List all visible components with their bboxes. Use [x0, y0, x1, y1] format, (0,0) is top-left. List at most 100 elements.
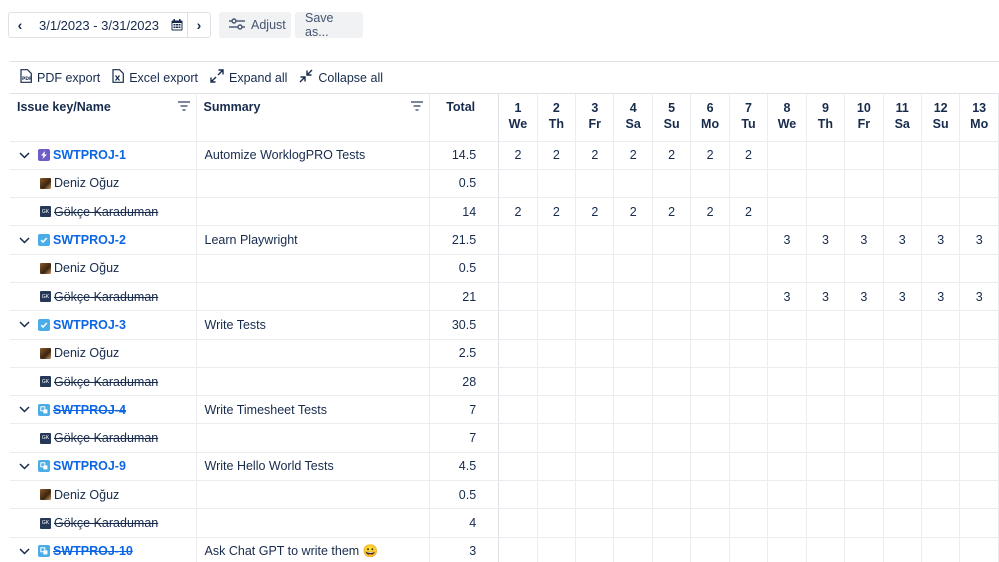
- worker-name[interactable]: Deniz Oğuz: [54, 346, 119, 360]
- day-cell[interactable]: 3: [767, 225, 807, 255]
- save-as-button[interactable]: Save as...: [295, 11, 363, 39]
- day-cell[interactable]: [883, 367, 922, 397]
- day-cell[interactable]: [537, 282, 577, 312]
- day-cell[interactable]: [537, 339, 577, 368]
- day-cell[interactable]: [844, 367, 884, 397]
- day-cell[interactable]: [690, 423, 730, 453]
- day-cell[interactable]: [844, 339, 884, 368]
- day-cell[interactable]: [652, 537, 692, 562]
- day-cell[interactable]: [844, 310, 884, 340]
- issue-summary[interactable]: Ask Chat GPT to write them 😀: [205, 544, 379, 558]
- day-cell[interactable]: 2: [613, 197, 653, 227]
- calendar-icon[interactable]: [166, 13, 188, 37]
- day-cell[interactable]: [767, 452, 807, 482]
- day-cell[interactable]: [613, 339, 653, 368]
- worker-name[interactable]: Gökçe Karaduman: [54, 431, 158, 445]
- day-cell[interactable]: [652, 480, 692, 510]
- day-cell[interactable]: [883, 197, 922, 227]
- day-cell[interactable]: [690, 169, 730, 199]
- day-cell[interactable]: [652, 508, 692, 538]
- worker-name[interactable]: Deniz Oğuz: [54, 261, 119, 275]
- issue-key-link[interactable]: SWTPROJ-4: [53, 403, 126, 417]
- day-cell[interactable]: [959, 254, 999, 283]
- filter-icon[interactable]: [411, 100, 424, 114]
- day-cell[interactable]: [690, 225, 730, 255]
- day-cell[interactable]: 2: [498, 141, 538, 170]
- issue-summary[interactable]: Write Tests: [205, 318, 266, 332]
- day-cell[interactable]: [806, 339, 846, 368]
- day-cell[interactable]: [613, 537, 653, 562]
- day-cell[interactable]: [537, 452, 577, 482]
- day-cell[interactable]: [575, 480, 615, 510]
- day-cell[interactable]: [767, 367, 807, 397]
- adjust-button[interactable]: Adjust: [219, 12, 291, 38]
- day-cell[interactable]: 2: [690, 141, 730, 170]
- day-cell[interactable]: [652, 339, 692, 368]
- day-cell[interactable]: [959, 367, 999, 397]
- day-cell[interactable]: [729, 339, 769, 368]
- day-cell[interactable]: [767, 254, 807, 283]
- prev-period-button[interactable]: ‹: [9, 13, 31, 37]
- day-cell[interactable]: 2: [729, 197, 769, 227]
- day-cell[interactable]: [690, 537, 730, 562]
- issue-key-link[interactable]: SWTPROJ-2: [53, 233, 126, 247]
- chevron-down-icon[interactable]: [16, 463, 32, 470]
- day-cell[interactable]: 3: [921, 225, 961, 255]
- day-cell[interactable]: [767, 480, 807, 510]
- day-cell[interactable]: [959, 537, 999, 562]
- worker-name[interactable]: Deniz Oğuz: [54, 176, 119, 190]
- day-cell[interactable]: [767, 339, 807, 368]
- chevron-down-icon[interactable]: [16, 548, 32, 555]
- day-cell[interactable]: [959, 141, 999, 170]
- day-cell[interactable]: [690, 310, 730, 340]
- day-cell[interactable]: [959, 508, 999, 538]
- day-cell[interactable]: [883, 480, 922, 510]
- day-cell[interactable]: [575, 367, 615, 397]
- day-cell[interactable]: 3: [844, 282, 884, 312]
- worker-name[interactable]: Deniz Oğuz: [54, 488, 119, 502]
- issue-key-link[interactable]: SWTPROJ-9: [53, 459, 126, 473]
- day-cell[interactable]: [575, 225, 615, 255]
- filter-icon[interactable]: [177, 100, 190, 114]
- day-cell[interactable]: 2: [575, 141, 615, 170]
- day-cell[interactable]: [690, 367, 730, 397]
- day-cell[interactable]: 3: [959, 225, 999, 255]
- day-cell[interactable]: [959, 310, 999, 340]
- day-cell[interactable]: [729, 367, 769, 397]
- day-cell[interactable]: [575, 423, 615, 453]
- day-cell[interactable]: [575, 254, 615, 283]
- day-cell[interactable]: [652, 225, 692, 255]
- day-cell[interactable]: [959, 169, 999, 199]
- day-cell[interactable]: [537, 169, 577, 199]
- day-cell[interactable]: [575, 282, 615, 312]
- day-cell[interactable]: [690, 452, 730, 482]
- day-cell[interactable]: 2: [652, 197, 692, 227]
- issue-key-link[interactable]: SWTPROJ-3: [53, 318, 126, 332]
- day-cell[interactable]: [921, 367, 961, 397]
- day-cell[interactable]: [613, 169, 653, 199]
- column-header-issue-key[interactable]: Issue key/Name: [10, 94, 197, 142]
- worker-name[interactable]: Gökçe Karaduman: [54, 205, 158, 219]
- day-cell[interactable]: [652, 254, 692, 283]
- day-cell[interactable]: [806, 310, 846, 340]
- day-cell[interactable]: [729, 423, 769, 453]
- day-cell[interactable]: 3: [883, 225, 922, 255]
- day-cell[interactable]: [767, 141, 807, 170]
- day-cell[interactable]: [498, 537, 538, 562]
- chevron-down-icon[interactable]: [16, 406, 32, 413]
- day-cell[interactable]: [921, 310, 961, 340]
- collapse-all-button[interactable]: Collapse all: [299, 69, 383, 86]
- day-cell[interactable]: [806, 254, 846, 283]
- issue-key-link[interactable]: SWTPROJ-10: [53, 544, 133, 558]
- day-cell[interactable]: [883, 339, 922, 368]
- day-cell[interactable]: 2: [575, 197, 615, 227]
- day-cell[interactable]: [652, 452, 692, 482]
- day-cell[interactable]: [613, 282, 653, 312]
- day-cell[interactable]: [498, 225, 538, 255]
- day-cell[interactable]: [729, 169, 769, 199]
- day-cell[interactable]: [690, 480, 730, 510]
- day-cell[interactable]: [729, 480, 769, 510]
- day-cell[interactable]: [729, 537, 769, 562]
- day-cell[interactable]: [652, 395, 692, 425]
- day-cell[interactable]: [537, 254, 577, 283]
